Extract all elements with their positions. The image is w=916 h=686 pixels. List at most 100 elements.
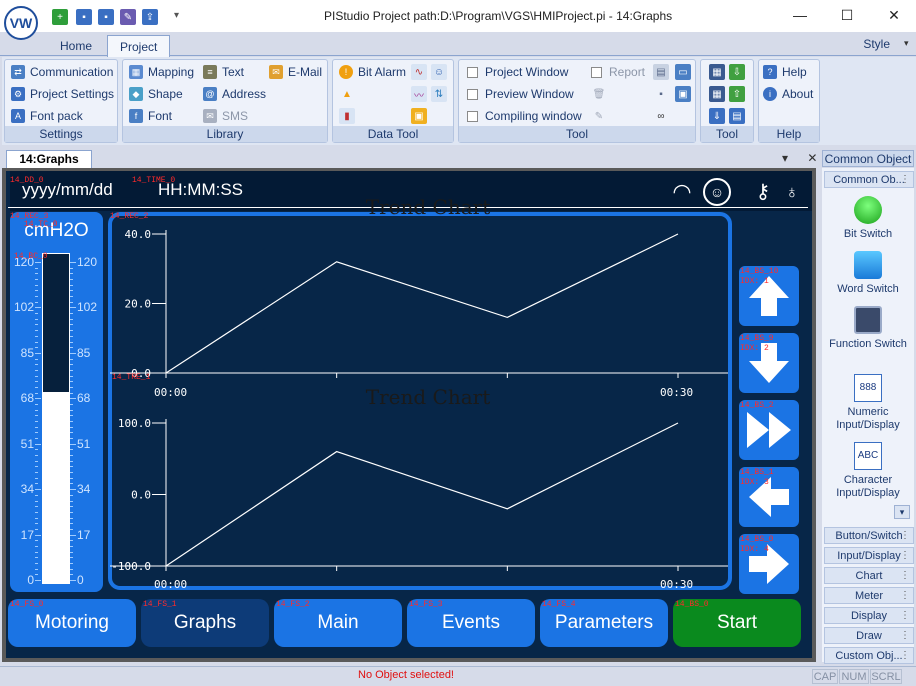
monitor-icon[interactable]: ▭ — [675, 64, 691, 80]
gauge-minor-tick — [35, 551, 38, 553]
camera-icon[interactable]: ▪ — [653, 86, 669, 102]
settings-icon[interactable]: ▤ — [729, 108, 745, 124]
style-dropdown-icon[interactable]: ▾ — [904, 38, 909, 49]
bit-alarm-button[interactable]: ! Bit Alarm — [339, 63, 406, 81]
word-switch-item[interactable]: Word Switch — [824, 251, 912, 296]
compiling-window-checkbox[interactable]: Compiling window — [467, 107, 582, 125]
gauge-minor-tick — [35, 296, 38, 298]
label-fs2: 14_FS_2 — [276, 600, 310, 609]
settings-group: ⇄ Communication ⚙ Project Settings A Font p… — [4, 59, 118, 143]
tab-project[interactable]: Project — [107, 35, 171, 57]
gauge-bar — [42, 253, 70, 584]
function-switch-item[interactable]: Function Switch — [824, 306, 912, 351]
report-checkbox[interactable]: Report — [591, 63, 645, 81]
email-button[interactable]: ✉ E-Mail — [269, 63, 322, 81]
quick-access-dropdown-icon[interactable]: ▾ — [174, 10, 179, 21]
bit-switch-item[interactable]: Bit Switch — [824, 196, 912, 241]
gauge-tick-right: 51 — [77, 436, 91, 451]
gauge-minor-tick — [35, 489, 41, 491]
preview-window-checkbox[interactable]: Preview Window — [467, 85, 574, 103]
transfer-icon[interactable]: ⇅ — [431, 86, 447, 102]
about-button[interactable]: i About — [763, 85, 813, 103]
transfer-down-icon[interactable]: ⇓ — [709, 108, 725, 124]
sms-button[interactable]: ✉ SMS — [203, 107, 248, 125]
gauge-minor-tick — [70, 392, 73, 394]
quick-tools-icon[interactable]: ✎ — [120, 9, 136, 25]
quick-save-icon[interactable]: ▪ — [76, 9, 92, 25]
help-button[interactable]: ? Help — [763, 63, 807, 81]
communication-button[interactable]: ⇄ Communication — [11, 63, 113, 81]
font-pack-button[interactable]: A Font pack — [11, 107, 83, 125]
upload-icon[interactable]: ⇧ — [729, 86, 745, 102]
app-logo-icon[interactable]: VW — [4, 6, 38, 40]
gauge-minor-tick — [35, 540, 38, 542]
gauge-minor-tick — [35, 284, 38, 286]
caps-indicator: CAP — [812, 669, 838, 684]
window-layout-icon[interactable]: ▤ — [653, 64, 669, 80]
shape-button[interactable]: ◆ Shape — [129, 85, 183, 103]
gauge-minor-tick — [35, 477, 38, 479]
label-fs0: 14_FS_0 — [10, 600, 44, 609]
quick-save-all-icon[interactable]: ▪ — [98, 9, 114, 25]
gauge-minor-tick — [35, 398, 41, 400]
trash-icon[interactable]: 🗑 — [591, 86, 607, 102]
quick-add-icon[interactable]: + — [52, 9, 68, 25]
character-input-item[interactable]: ABC Character Input/Display — [824, 442, 912, 500]
minimize-button[interactable]: — — [788, 4, 812, 26]
category-chart[interactable]: Chart ⋮ — [824, 567, 914, 584]
mapping-icon: ▦ — [129, 65, 143, 79]
screen-icon[interactable]: ▣ — [675, 86, 691, 102]
download-icon[interactable]: ⇩ — [729, 64, 745, 80]
document-tab-controls[interactable]: ▾ ✕ — [782, 151, 825, 165]
tab-home[interactable]: Home — [48, 35, 104, 56]
document-tab-graphs[interactable]: 14:Graphs — [6, 150, 92, 168]
users-icon[interactable]: ☺ — [431, 64, 447, 80]
gauge-minor-tick — [35, 511, 38, 513]
category-draw[interactable]: Draw ⋮ — [824, 627, 914, 644]
gauge-minor-tick — [70, 386, 73, 388]
gauge-minor-tick — [70, 460, 73, 462]
gauge-minor-tick — [35, 517, 38, 519]
bit-switch-icon — [854, 196, 882, 224]
gauge-minor-tick — [70, 443, 76, 445]
bar-chart-icon[interactable]: ▮ — [339, 108, 355, 124]
trend-icon[interactable]: ∿ — [411, 64, 427, 80]
category-input-display[interactable]: Input/Display ⋮ — [824, 547, 914, 564]
microphone-icon[interactable]: ♁ — [782, 178, 802, 206]
maximize-button[interactable]: ☐ — [835, 4, 859, 26]
close-button[interactable]: ✕ — [882, 4, 906, 26]
common-object-section[interactable]: Common Ob... ⋮ — [824, 171, 914, 188]
data-tool-group-title: Data Tool — [333, 126, 453, 142]
category-display[interactable]: Display ⋮ — [824, 607, 914, 624]
right-panel-title[interactable]: Common Object — [822, 150, 914, 167]
warning-icon[interactable]: ▲ — [339, 86, 355, 102]
mapping-button[interactable]: ▦ Mapping — [129, 63, 194, 81]
gauge-minor-tick — [35, 364, 38, 366]
quick-export-icon[interactable]: ⇪ — [142, 9, 158, 25]
gauge-minor-tick — [35, 341, 38, 343]
numeric-input-item[interactable]: 888 Numeric Input/Display — [824, 374, 912, 432]
project-window-checkbox[interactable]: Project Window — [467, 63, 568, 81]
binoculars-icon[interactable]: ∞ — [653, 108, 669, 124]
trend-charts: Trend Chart 40.0 20.0 0.0 00:00 00:30 Trend Ch… — [110, 195, 728, 591]
gauge-minor-tick — [70, 517, 73, 519]
label-bs9: 14_BS_9 — [740, 334, 774, 343]
calculator-icon[interactable]: ▦ — [709, 86, 725, 102]
style-menu[interactable]: Style — [863, 37, 890, 51]
address-button[interactable]: @ Address — [203, 85, 266, 103]
category-custom-object[interactable]: Custom Obj... ⋮ — [824, 647, 914, 664]
project-settings-button[interactable]: ⚙ Project Settings — [11, 85, 114, 103]
pen-icon[interactable]: ✎ — [591, 108, 607, 124]
key-icon[interactable]: ⚷ — [752, 178, 774, 206]
text-button[interactable]: ≡ Text — [203, 63, 244, 81]
curve-icon[interactable]: 〰 — [411, 86, 427, 102]
panel-scroll-down-icon[interactable]: ▾ — [894, 505, 910, 519]
category-button-switch[interactable]: Button/Switch ⋮ — [824, 527, 914, 544]
gauge-minor-tick — [70, 273, 73, 275]
recipe-icon[interactable]: ▣ — [411, 108, 427, 124]
category-meter[interactable]: Meter ⋮ — [824, 587, 914, 604]
keyboard-icon[interactable]: ▦ — [709, 64, 725, 80]
tool2-group-title: Tool — [701, 126, 753, 142]
gauge-minor-tick — [35, 528, 38, 530]
font-button[interactable]: f Font — [129, 107, 172, 125]
